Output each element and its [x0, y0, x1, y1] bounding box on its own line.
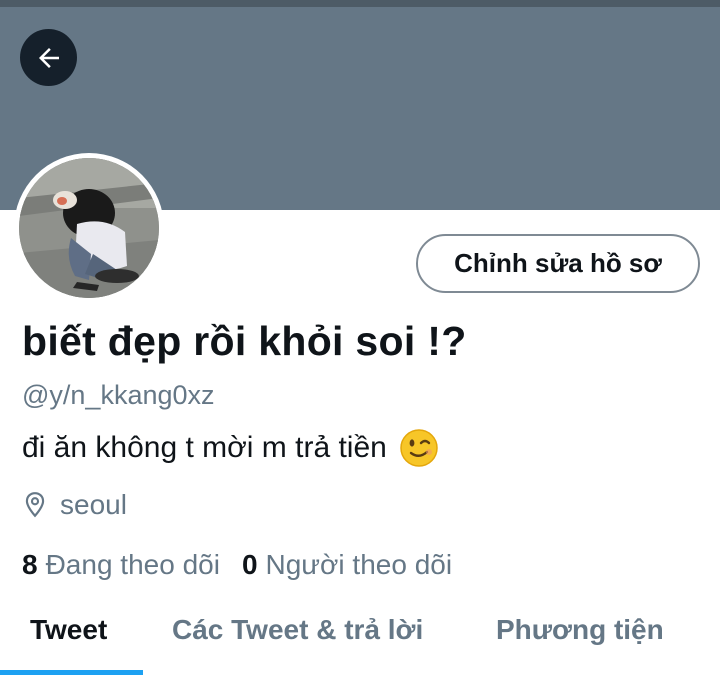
following-count: 8 [22, 549, 38, 580]
tab-media[interactable]: Phương tiện [496, 614, 664, 646]
status-strip [0, 0, 720, 7]
active-tab-indicator [0, 670, 143, 675]
profile-location: seoul [22, 489, 127, 521]
followers-link[interactable]: 0 Người theo dõi [242, 549, 452, 581]
location-text: seoul [60, 489, 127, 520]
followers-count: 0 [241, 549, 258, 580]
edit-profile-button[interactable]: Chỉnh sửa hồ sơ [416, 234, 700, 293]
tab-tweets-and-replies[interactable]: Các Tweet & trả lời [172, 614, 423, 646]
followers-label: Người theo dõi [265, 549, 453, 580]
follow-stats: 8 Đang theo dõi 0 Người theo dõi [22, 549, 452, 581]
user-handle: @y/n_kkang0xz [22, 380, 215, 410]
winking-face-emoji-icon [399, 428, 439, 468]
profile-bio: đi ăn không t mời m trả tiền [22, 428, 439, 468]
location-pin-icon [22, 491, 60, 519]
tab-tweets[interactable]: Tweet [30, 614, 107, 646]
following-label: Đang theo dõi [45, 549, 220, 580]
following-link[interactable]: 8 Đang theo dõi [22, 549, 220, 581]
avatar[interactable] [19, 158, 159, 298]
arrow-left-icon [34, 43, 64, 73]
bio-text: đi ăn không t mời m trả tiền [22, 431, 387, 464]
back-button[interactable] [20, 29, 77, 86]
display-name: biết đẹp rồi khỏi soi !? [22, 318, 467, 364]
profile-tabs: Tweet Các Tweet & trả lời Phương tiện [0, 600, 720, 681]
